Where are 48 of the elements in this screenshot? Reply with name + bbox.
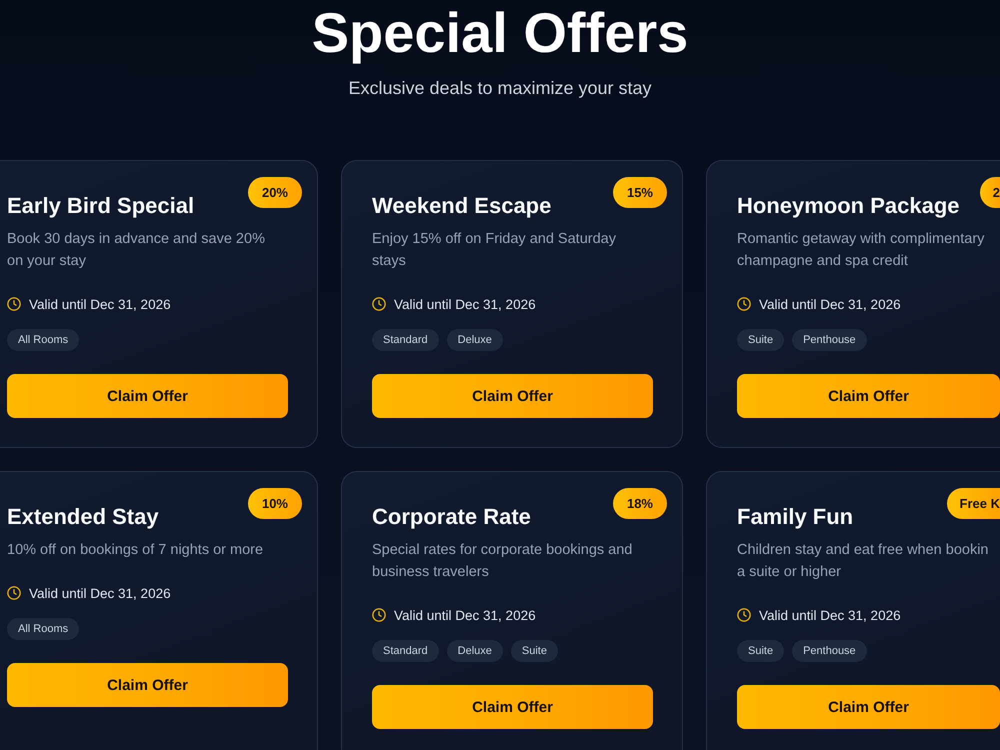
- clock-icon: [372, 608, 386, 622]
- discount-badge: 15%: [612, 177, 667, 208]
- offer-description: Romantic getaway with complimentary champagne and spa credit: [737, 230, 984, 271]
- claim-offer-button[interactable]: Claim Offer: [737, 685, 1000, 729]
- offer-description: Children stay and eat free when bookin a suite or higher: [737, 541, 988, 582]
- clock-icon: [737, 608, 751, 622]
- room-tag: All Rooms: [7, 329, 80, 351]
- offer-title: Extended Stay: [7, 503, 159, 531]
- validity-date: Valid until Dec 31, 2026: [29, 586, 171, 600]
- room-tag: Standard: [372, 329, 439, 351]
- claim-offer-button[interactable]: Claim Offer: [7, 374, 288, 418]
- discount-badge: 10%: [248, 488, 302, 519]
- room-tag: Penthouse: [792, 329, 867, 351]
- room-tag: All Rooms: [7, 618, 80, 640]
- validity-date: Valid until Dec 31, 2026: [759, 296, 901, 312]
- offer-description: Enjoy 15% off on Friday and Saturday stays: [372, 230, 616, 271]
- room-tag: Deluxe: [446, 329, 503, 351]
- offer-title: Honeymoon Package: [737, 192, 960, 220]
- room-tag: Penthouse: [792, 640, 867, 662]
- clock-icon: [372, 297, 386, 311]
- offer-description: 10% off on bookings of 7 nights or more: [7, 541, 264, 560]
- offer-title: Weekend Escape: [372, 192, 552, 220]
- room-tag: Suite: [737, 640, 784, 662]
- discount-badge: 20%: [248, 177, 302, 208]
- room-tag: Deluxe: [446, 640, 503, 662]
- validity-date: Valid until Dec 31, 2026: [394, 608, 536, 622]
- page-subtitle: Exclusive deals to maximize your stay: [348, 77, 652, 100]
- claim-offer-button[interactable]: Claim Offer: [372, 374, 653, 418]
- validity-date: Valid until Dec 31, 2026: [759, 608, 901, 622]
- room-tag: Suite: [737, 329, 784, 351]
- claim-offer-button[interactable]: Claim Offer: [737, 374, 1000, 418]
- offer-description: Book 30 days in advance and save 20% on your stay: [7, 230, 265, 271]
- discount-badge: 18%: [612, 488, 667, 519]
- discount-badge: Free K: [946, 488, 1000, 519]
- offer-description: Special rates for corporate bookings and business travelers: [372, 541, 632, 582]
- clock-icon: [7, 586, 21, 600]
- claim-offer-button[interactable]: Claim Offer: [7, 663, 288, 707]
- discount-badge: 2: [980, 177, 1000, 208]
- room-tag: Standard: [372, 640, 439, 662]
- validity-date: Valid until Dec 31, 2026: [29, 296, 171, 312]
- validity-date: Valid until Dec 31, 2026: [394, 296, 536, 312]
- room-tag: Suite: [510, 640, 558, 662]
- claim-offer-button[interactable]: Claim Offer: [372, 685, 653, 729]
- clock-icon: [7, 297, 21, 311]
- clock-icon: [737, 297, 751, 311]
- offer-title: Family Fun: [737, 503, 854, 531]
- offer-title: Corporate Rate: [372, 503, 531, 531]
- offer-title: Early Bird Special: [7, 192, 194, 220]
